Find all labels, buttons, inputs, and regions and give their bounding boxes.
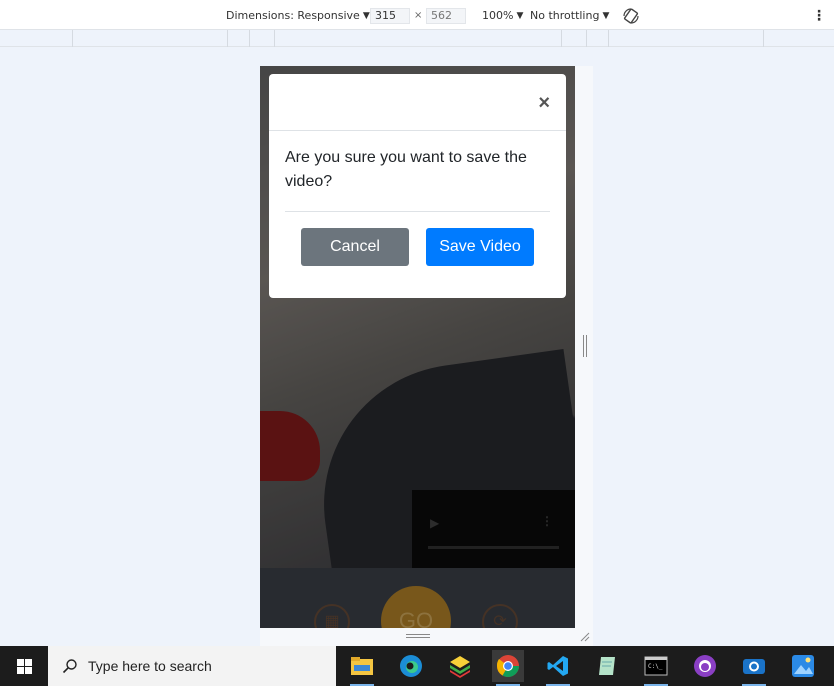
photos-icon[interactable] [787, 650, 819, 682]
edge-icon[interactable] [395, 650, 427, 682]
close-icon[interactable]: × [538, 92, 550, 115]
save-confirm-modal: × Are you sure you want to save the vide… [269, 74, 566, 298]
times-separator: × [414, 10, 423, 21]
bluestacks-icon[interactable] [444, 650, 476, 682]
throttling-label: No throttling [530, 9, 600, 22]
file-explorer-icon[interactable] [346, 650, 378, 686]
dimensions-dropdown[interactable]: Dimensions: Responsive ▼ [226, 9, 370, 22]
svg-text:C:\_: C:\_ [648, 663, 663, 670]
rotate-icon[interactable] [622, 7, 640, 25]
save-video-button[interactable]: Save Video [426, 228, 534, 266]
search-placeholder: Type here to search [88, 658, 212, 674]
resize-handle-horizontal[interactable] [406, 634, 430, 638]
modal-divider [285, 211, 550, 212]
width-input[interactable]: 315 [370, 8, 410, 24]
dimensions-label: Dimensions: Responsive [226, 9, 360, 22]
zoom-label: 100% [482, 9, 514, 22]
media-query-ruler [0, 30, 834, 47]
modal-header: × [269, 74, 566, 131]
caret-down-icon: ▼ [516, 10, 524, 21]
search-icon [62, 659, 77, 674]
vscode-icon[interactable] [542, 650, 574, 686]
resize-corner-icon[interactable] [580, 632, 590, 642]
cancel-button[interactable]: Cancel [301, 228, 409, 266]
modal-message: Are you sure you want to save the video? [285, 149, 527, 190]
camera-icon[interactable] [738, 650, 770, 686]
taskbar: Type here to search C:\_ [0, 646, 834, 686]
taskbar-search[interactable]: Type here to search [48, 646, 336, 686]
start-button[interactable] [0, 646, 48, 686]
devtools-toolbar: Dimensions: Responsive ▼ 315 × 562 100% … [0, 0, 834, 30]
windows-icon [16, 658, 32, 674]
notepad-plus-icon[interactable] [591, 650, 623, 682]
chrome-icon[interactable] [492, 650, 524, 686]
github-desktop-icon[interactable] [689, 650, 721, 682]
resize-handle-vertical[interactable] [583, 335, 587, 357]
zoom-dropdown[interactable]: 100% ▼ [482, 9, 523, 22]
caret-down-icon: ▼ [602, 10, 610, 21]
height-input[interactable]: 562 [426, 8, 466, 24]
throttling-dropdown[interactable]: No throttling ▼ [530, 9, 609, 22]
more-options-icon[interactable]: ⋮ [812, 8, 826, 24]
caret-down-icon: ▼ [362, 10, 370, 21]
terminal-icon[interactable]: C:\_ [640, 650, 672, 686]
